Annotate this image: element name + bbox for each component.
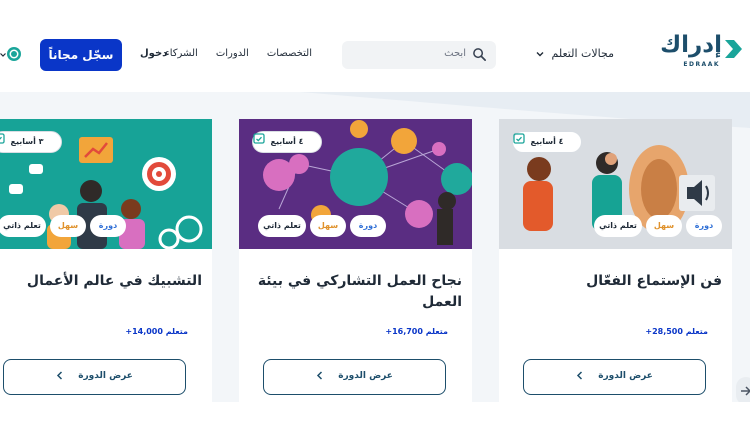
duration-badge: ٣ أسابيع xyxy=(0,131,62,153)
site-header: إدراك EDRAAK مجالات التعلم ابحث الشركاء … xyxy=(0,0,750,92)
logo-arabic-text: إدراك xyxy=(660,32,723,58)
search-icon[interactable] xyxy=(472,47,487,62)
course-image-networking: ٣ أسابيع دورة سهل تعلم ذاتي xyxy=(0,119,212,249)
course-title[interactable]: نجاح العمل التشاركي في بيئة العمل xyxy=(252,271,462,313)
learning-fields-label: مجالات التعلم xyxy=(551,47,614,60)
course-image-listening: ٤ أسابيع دورة سهل تعلم ذاتي xyxy=(499,119,732,249)
learning-fields-dropdown[interactable]: مجالات التعلم xyxy=(536,47,614,60)
view-course-label: عرض الدورة xyxy=(598,371,653,381)
courses-section: ٤ أسابيع دورة سهل تعلم ذاتي فن الإستماع … xyxy=(0,92,750,402)
chevron-left-icon xyxy=(576,371,583,380)
calendar-check-icon xyxy=(253,133,265,144)
course-card[interactable]: ٤ أسابيع دورة سهل تعلم ذاتي فن الإستماع … xyxy=(499,119,732,402)
view-course-label: عرض الدورة xyxy=(338,371,393,381)
view-course-label: عرض الدورة xyxy=(78,371,133,381)
duration-text: ٣ أسابيع xyxy=(10,137,44,146)
course-card[interactable]: ٤ أسابيع دورة سهل تعلم ذاتي نجاح العمل ا… xyxy=(239,119,472,402)
level-chip: سهل xyxy=(310,215,346,237)
duration-text: ٤ أسابيع xyxy=(530,137,564,146)
login-link[interactable]: دخول xyxy=(140,48,167,59)
duration-badge: ٤ أسابيع xyxy=(252,131,322,153)
search-box[interactable]: ابحث xyxy=(342,41,496,69)
nav-link-courses[interactable]: الدورات xyxy=(216,48,249,59)
chevron-down-icon xyxy=(536,51,544,56)
language-chevron-icon[interactable] xyxy=(0,52,6,58)
nav-link-specializations[interactable]: التخصصات xyxy=(267,48,312,59)
course-card[interactable]: ٣ أسابيع دورة سهل تعلم ذاتي التشبيك في ع… xyxy=(0,119,212,402)
calendar-check-icon xyxy=(513,133,525,144)
edraak-logo[interactable]: إدراك EDRAAK xyxy=(644,32,744,70)
type-chip: دورة xyxy=(90,215,126,237)
view-course-button[interactable]: عرض الدورة xyxy=(263,359,446,395)
type-chip: دورة xyxy=(686,215,722,237)
learners-count: +16,700 متعلم xyxy=(385,327,448,336)
type-chip: دورة xyxy=(350,215,386,237)
arrow-right-icon xyxy=(741,386,750,396)
mode-chip: تعلم ذاتي xyxy=(258,215,306,237)
chevron-left-icon xyxy=(316,371,323,380)
logo-english-text: EDRAAK xyxy=(683,61,720,68)
learners-count: +14,000 متعلم xyxy=(125,327,188,336)
search-input[interactable]: ابحث xyxy=(444,48,466,59)
nav-link-partners[interactable]: الشركاء xyxy=(165,48,198,59)
logo-mark-icon xyxy=(725,40,742,58)
view-course-button[interactable]: عرض الدورة xyxy=(3,359,186,395)
course-title[interactable]: التشبيك في عالم الأعمال xyxy=(0,271,202,292)
duration-text: ٤ أسابيع xyxy=(270,137,304,146)
learners-count: +28,500 متعلم xyxy=(645,327,708,336)
mode-chip: تعلم ذاتي xyxy=(594,215,642,237)
main-nav-links: الشركاء الدورات التخصصات xyxy=(165,48,312,59)
level-chip: سهل xyxy=(50,215,86,237)
course-title[interactable]: فن الإستماع الفعّال xyxy=(512,271,722,292)
chevron-left-icon xyxy=(56,371,63,380)
view-course-button[interactable]: عرض الدورة xyxy=(523,359,706,395)
level-chip: سهل xyxy=(646,215,682,237)
language-globe-icon[interactable] xyxy=(6,46,22,62)
carousel-next-arrow[interactable] xyxy=(736,377,750,402)
mode-chip: تعلم ذاتي xyxy=(0,215,46,237)
signup-button[interactable]: سجّل مجاناً xyxy=(40,39,122,71)
course-image-teamwork: ٤ أسابيع دورة سهل تعلم ذاتي xyxy=(239,119,472,249)
duration-badge: ٤ أسابيع xyxy=(512,131,582,153)
calendar-check-icon xyxy=(0,133,5,144)
